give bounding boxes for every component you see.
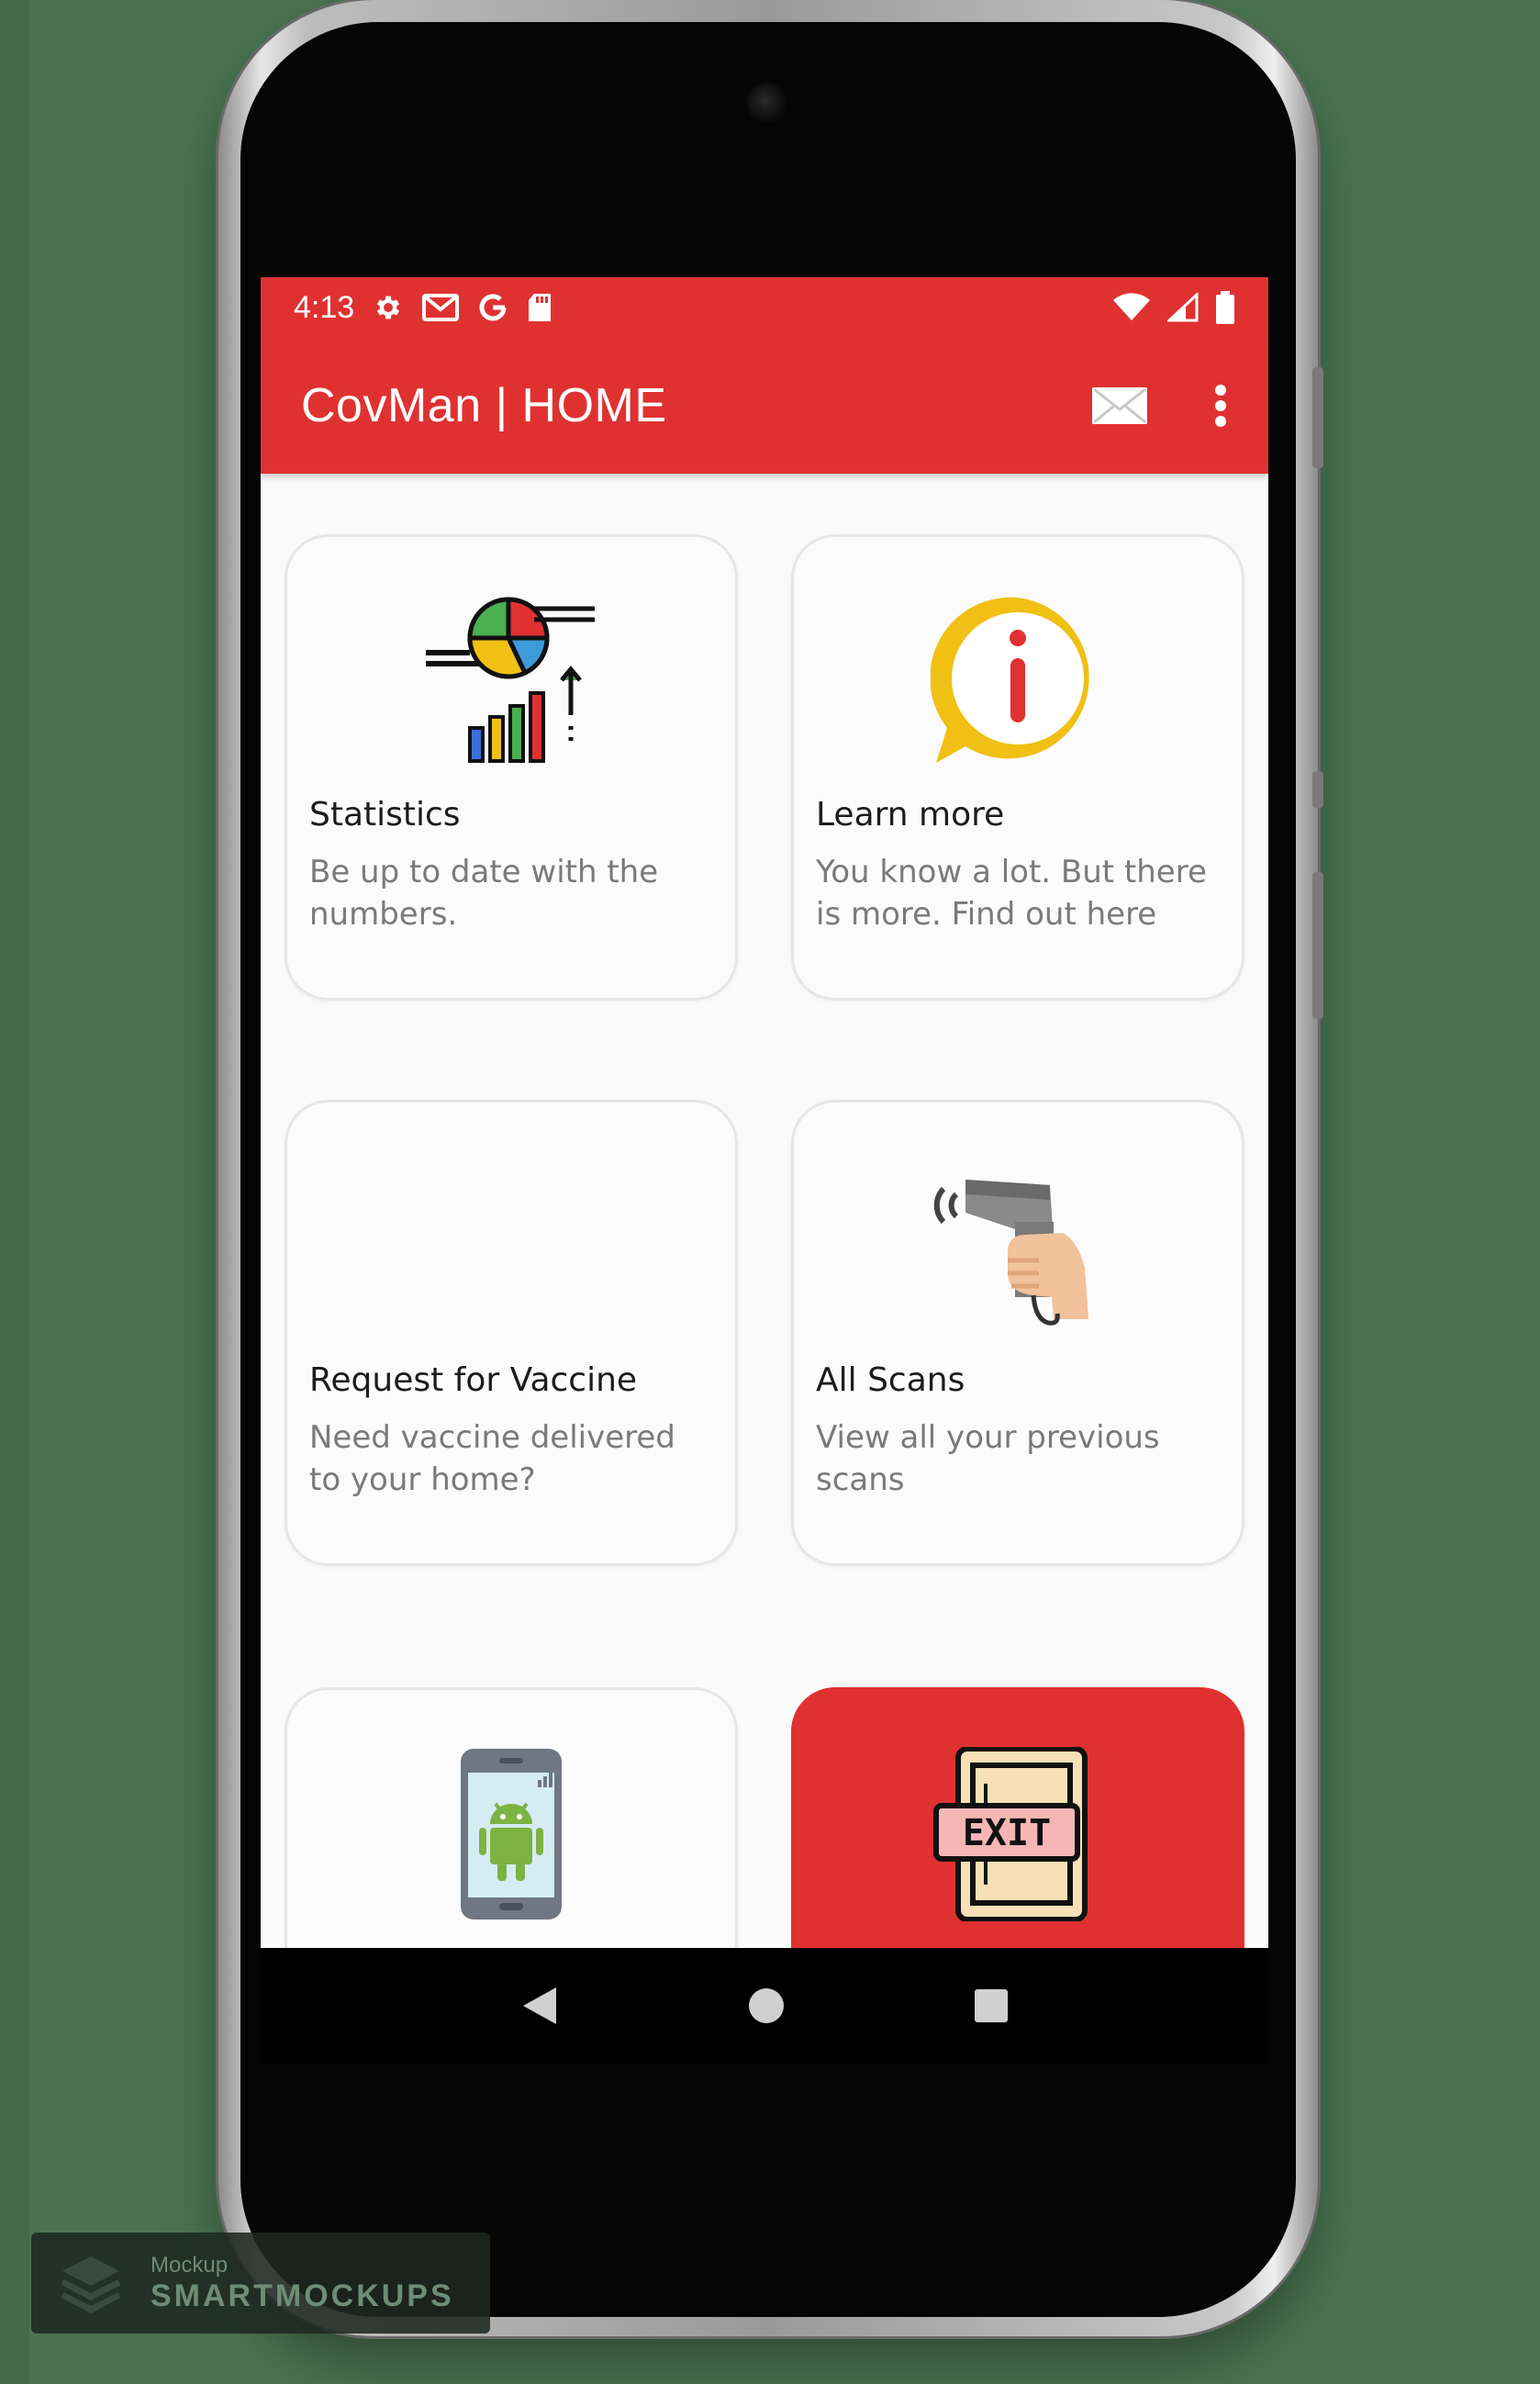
barcode-scanner-icon bbox=[931, 1158, 1105, 1332]
status-bar: 4:13 bbox=[261, 277, 1268, 338]
signal-icon bbox=[1167, 293, 1199, 322]
home-grid: Statistics Be up to date with the number… bbox=[261, 474, 1268, 1948]
card-description: You know a lot. But there is more. Find … bbox=[816, 854, 1207, 933]
watermark-brand: SMARTMOCKUPS bbox=[151, 2278, 454, 2313]
card-description: View all your previous scans bbox=[816, 1419, 1160, 1498]
card-android[interactable] bbox=[285, 1687, 738, 1948]
android-phone-icon bbox=[424, 1747, 598, 1921]
layers-icon bbox=[59, 2251, 123, 2315]
wifi-icon bbox=[1112, 293, 1151, 322]
phone-side-button-mid bbox=[1312, 771, 1323, 808]
front-camera bbox=[747, 83, 787, 123]
app-bar: CovMan | HOME bbox=[261, 338, 1268, 474]
card-title: Learn more bbox=[816, 796, 1005, 834]
app-title: CovMan | HOME bbox=[301, 379, 667, 432]
card-description: Need vaccine delivered to your home? bbox=[309, 1419, 675, 1498]
sd-card-icon bbox=[527, 292, 552, 323]
home-icon[interactable] bbox=[747, 1987, 786, 2025]
mail-icon[interactable] bbox=[1090, 386, 1149, 426]
card-title: Request for Vaccine bbox=[309, 1361, 638, 1399]
google-icon bbox=[477, 292, 508, 323]
background-strip bbox=[0, 0, 29, 2384]
card-description: Be up to date with the numbers. bbox=[309, 854, 659, 933]
card-title: Statistics bbox=[309, 796, 461, 834]
card-request-vaccine[interactable]: Request for Vaccine Need vaccine deliver… bbox=[285, 1100, 738, 1566]
watermark-small: Mockup bbox=[151, 2252, 229, 2278]
card-exit[interactable]: EXIT bbox=[791, 1687, 1244, 1948]
statistics-chart-icon bbox=[424, 592, 598, 767]
gear-icon bbox=[373, 292, 404, 323]
card-statistics[interactable]: Statistics Be up to date with the number… bbox=[285, 534, 738, 1001]
back-icon[interactable] bbox=[519, 1986, 560, 2026]
info-bubble-icon bbox=[931, 592, 1105, 767]
phone-side-button-low bbox=[1312, 872, 1323, 1019]
watermark: Mockup SMARTMOCKUPS bbox=[31, 2233, 490, 2334]
card-learn-more[interactable]: Learn more You know a lot. But there is … bbox=[791, 534, 1244, 1001]
gmail-icon bbox=[422, 293, 460, 322]
navigation-bar bbox=[261, 1948, 1268, 2064]
more-vert-icon[interactable] bbox=[1213, 383, 1228, 429]
svg-text:EXIT: EXIT bbox=[963, 1812, 1051, 1854]
recents-icon[interactable] bbox=[973, 1987, 1010, 2024]
status-time: 4:13 bbox=[294, 289, 355, 325]
phone-screen: 4:13 CovMan | HOME Statistics Be up to d… bbox=[261, 277, 1268, 1948]
battery-icon bbox=[1215, 291, 1235, 324]
card-title: All Scans bbox=[816, 1361, 965, 1399]
card-all-scans[interactable]: All Scans View all your previous scans bbox=[791, 1100, 1244, 1566]
phone-side-button-top bbox=[1312, 367, 1323, 468]
exit-sign-icon: EXIT bbox=[931, 1747, 1105, 1921]
